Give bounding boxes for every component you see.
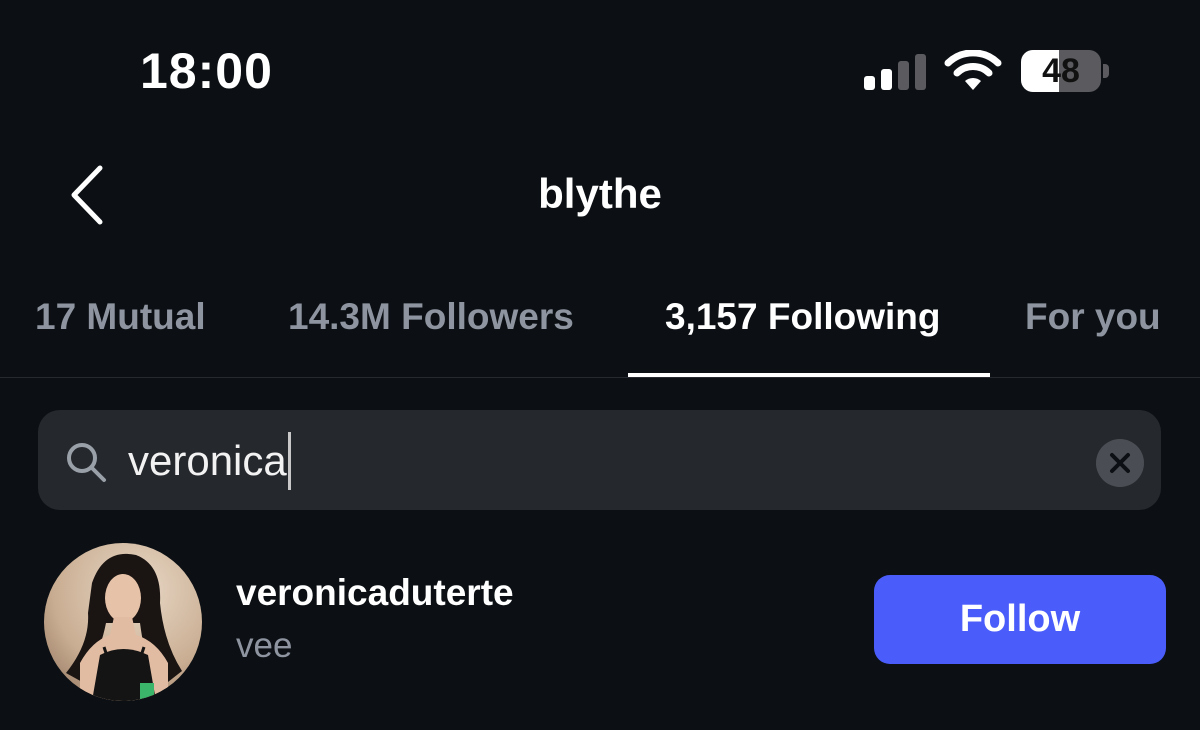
tab-mutual[interactable]: 17 Mutual [35,296,206,338]
battery-nub [1103,64,1109,78]
search-input[interactable]: veronica [128,430,291,492]
text-caret [287,431,291,490]
tab-followers[interactable]: 14.3M Followers [288,296,574,338]
avatar[interactable] [44,543,202,701]
result-username[interactable]: veronicaduterte [236,572,514,614]
search-input-value: veronica [128,437,287,484]
clear-search-button[interactable] [1096,439,1144,487]
battery-indicator: 48 [1021,50,1109,92]
search-icon [67,443,106,482]
follow-button[interactable]: Follow [874,575,1166,664]
page-title: blythe [538,170,662,217]
result-full-name: vee [236,626,293,665]
screen: 18:00 48 blythe 17 Mutual 14.3M Follower… [0,0,1200,730]
status-time: 18:00 [140,43,273,99]
battery-level: 48 [1042,52,1080,90]
tab-divider [0,377,1200,378]
cellular-signal-icon [864,54,926,90]
battery-body: 48 [1021,50,1101,92]
tab-following[interactable]: 3,157 Following [665,296,941,338]
tab-for-you[interactable]: For you [1025,296,1161,338]
wifi-icon [944,50,1002,90]
